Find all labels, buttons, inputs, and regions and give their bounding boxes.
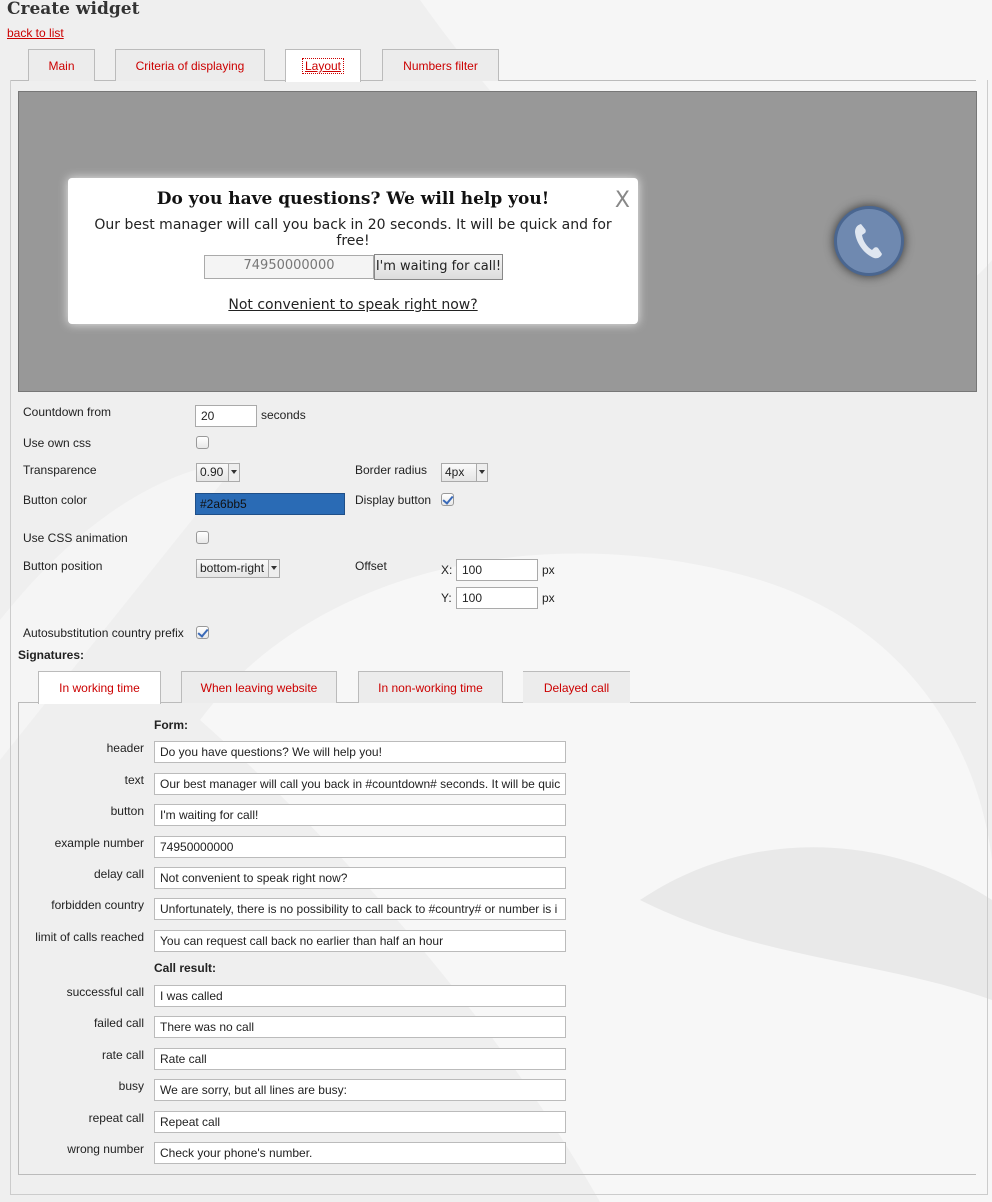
tab-main[interactable]: Main [28,49,95,81]
rate-call-input[interactable]: Rate call [154,1048,566,1070]
preview-modal: X Do you have questions? We will help yo… [68,178,638,324]
tab-criteria-label: Criteria of displaying [135,59,245,73]
result-row-label: busy [118,1079,144,1093]
widget-preview: X Do you have questions? We will help yo… [18,91,977,392]
result-row-label: failed call [93,1016,144,1030]
tab-layout-label: Layout [301,58,345,74]
tab-leaving-website[interactable]: When leaving website [181,671,337,703]
form-section-title: Form: [154,718,188,732]
busy-input[interactable]: We are sorry, but all lines are busy: [154,1079,566,1101]
top-tabs: Main Criteria of displaying Layout Numbe… [10,49,976,82]
button-text-input[interactable]: I'm waiting for call! [154,804,566,826]
form-row-label: button [110,804,144,818]
header-input[interactable]: Do you have questions? We will help you! [154,741,566,763]
button-position-value: bottom-right [200,561,265,575]
floating-call-button[interactable] [834,206,904,276]
tab-non-working-time-label: In non-working time [378,681,483,695]
chevron-down-icon [268,560,279,577]
result-row-label: rate call [101,1048,144,1062]
successful-call-input[interactable]: I was called [154,985,566,1007]
form-row-label: delay call [93,867,144,881]
autosubstitution-checkbox[interactable] [196,626,209,639]
tab-working-time-label: In working time [59,681,140,695]
offset-x-label: X: [441,563,453,577]
border-radius-select[interactable]: 4px [441,463,488,482]
form-row-label: forbidden country [51,898,144,912]
offset-x-input[interactable]: 100 [456,559,538,581]
offset-x-unit: px [542,563,555,577]
preview-call-button[interactable]: I'm waiting for call! [374,254,503,280]
border-radius-value: 4px [445,465,465,479]
preview-title: Do you have questions? We will help you! [156,189,550,209]
countdown-input[interactable]: 20 [195,405,257,427]
phone-icon [855,224,882,259]
countdown-label: Countdown from [23,405,112,419]
display-button-checkbox[interactable] [441,493,454,506]
offset-label: Offset [355,559,387,573]
failed-call-input[interactable]: There was no call [154,1016,566,1038]
offset-y-label: Y: [441,591,452,605]
tab-delayed-call-label: Delayed call [543,681,610,695]
border-radius-label: Border radius [355,463,428,477]
autosubstitution-label: Autosubstitution country prefix [23,626,184,640]
preview-delay-link[interactable]: Not convenient to speak right now? [68,297,638,313]
signatures-title: Signatures: [18,648,85,662]
example-number-input[interactable]: 74950000000 [154,836,566,858]
button-position-select[interactable]: bottom-right [196,559,280,578]
delay-call-input[interactable]: Not convenient to speak right now? [154,867,566,889]
offset-y-unit: px [542,591,555,605]
repeat-call-input[interactable]: Repeat call [154,1111,566,1133]
button-position-label: Button position [23,559,103,573]
form-row-label: header [106,741,144,755]
tab-non-working-time[interactable]: In non-working time [358,671,503,703]
button-color-label: Button color [23,493,88,507]
tab-main-label: Main [48,59,75,73]
wrong-number-input[interactable]: Check your phone's number. [154,1142,566,1164]
tab-layout[interactable]: Layout [285,49,361,82]
offset-y-input[interactable]: 100 [456,587,538,609]
tab-criteria[interactable]: Criteria of displaying [115,49,265,81]
result-row-label: successful call [66,985,144,999]
tab-numbers-filter[interactable]: Numbers filter [382,49,499,81]
transparence-select[interactable]: 0.90 [196,463,240,482]
css-animation-checkbox[interactable] [196,531,209,544]
chevron-down-icon [228,464,239,481]
signature-tabs: In working time When leaving website In … [18,671,976,704]
tab-delayed-call[interactable]: Delayed call [523,671,630,703]
page-title: Create widget [7,0,140,19]
call-result-title: Call result: [154,961,217,975]
countdown-unit: seconds [261,408,306,422]
preview-phone-input[interactable]: 74950000000 [204,255,374,279]
text-input[interactable]: Our best manager will call you back in #… [154,773,566,795]
limit-of-calls-input[interactable]: You can request call back no earlier tha… [154,930,566,952]
chevron-down-icon [476,464,487,481]
tab-numbers-filter-label: Numbers filter [403,59,478,73]
back-to-list-link[interactable]: back to list [7,26,64,40]
result-row-label: repeat call [88,1111,144,1125]
own-css-label: Use own css [23,436,92,450]
css-animation-label: Use CSS animation [23,531,128,545]
tab-working-time[interactable]: In working time [38,671,161,704]
transparence-label: Transparence [23,463,97,477]
form-row-label: example number [54,836,144,850]
display-button-label: Display button [355,493,432,507]
form-row-label: limit of calls reached [35,930,144,944]
own-css-checkbox[interactable] [196,436,209,449]
result-row-label: wrong number [67,1142,144,1156]
tab-leaving-website-label: When leaving website [200,681,318,695]
button-color-input[interactable]: #2a6bb5 [195,493,345,515]
preview-text: Our best manager will call you back in 2… [94,217,612,249]
transparence-value: 0.90 [200,465,224,479]
forbidden-country-input[interactable]: Unfortunately, there is no possibility t… [154,898,566,920]
form-row-label: text [124,773,144,787]
